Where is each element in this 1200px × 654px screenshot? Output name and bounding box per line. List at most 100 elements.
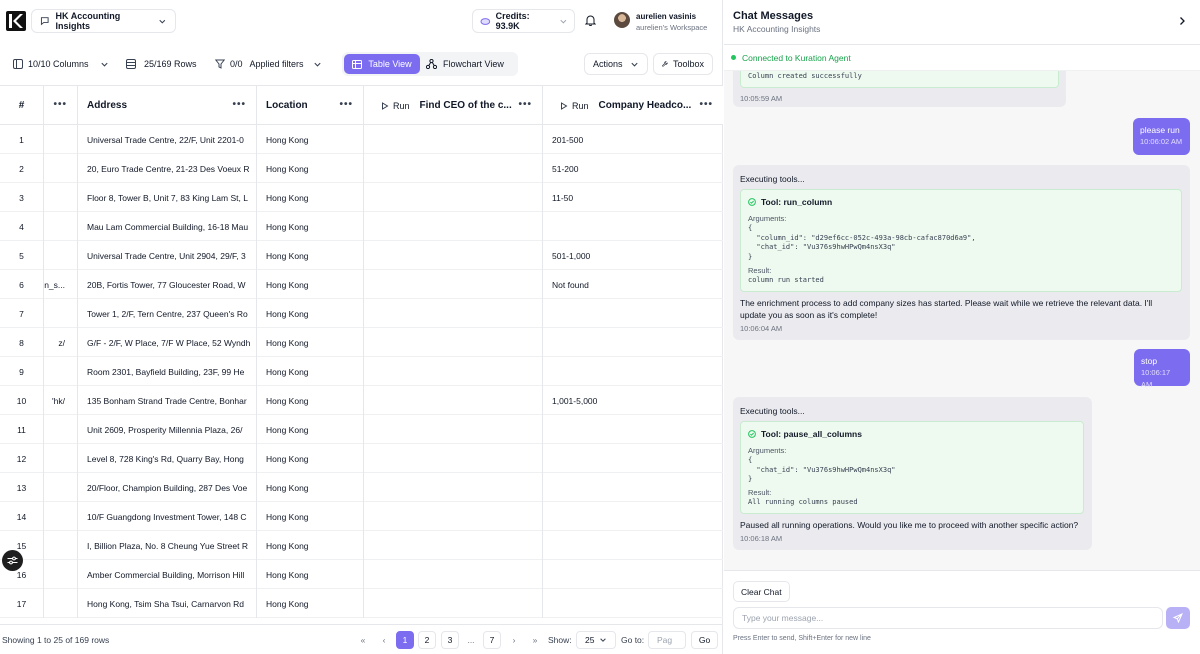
cell-location[interactable]: Hong Kong [257, 241, 364, 270]
cell-location[interactable]: Hong Kong [257, 270, 364, 299]
more-icon[interactable]: ••• [699, 99, 713, 110]
cell-col1[interactable] [44, 473, 78, 502]
cell-location[interactable]: Hong Kong [257, 560, 364, 589]
cell-col1[interactable] [44, 183, 78, 212]
table-row[interactable]: 1 Universal Trade Centre, 22/F, Unit 2201… [0, 125, 723, 154]
cell-index[interactable]: 1 [0, 125, 44, 154]
cell-headcount[interactable] [543, 444, 723, 473]
cell-index[interactable]: 8 [0, 328, 44, 357]
cell-col1[interactable] [44, 357, 78, 386]
cell-location[interactable]: Hong Kong [257, 212, 364, 241]
table-row[interactable]: 13 20/Floor, Champion Building, 287 Des V… [0, 473, 723, 502]
run-column-button[interactable]: Run [381, 101, 410, 111]
table-row[interactable]: 11 Unit 2609, Prosperity Millennia Plaza,… [0, 415, 723, 444]
table-row[interactable]: 12 Level 8, 728 King's Rd, Quarry Bay, Ho… [0, 444, 723, 473]
table-row[interactable]: 6 n_s... 20B, Fortis Tower, 77 Gloucester … [0, 270, 723, 299]
cell-location[interactable]: Hong Kong [257, 386, 364, 415]
cell-ceo[interactable] [364, 444, 543, 473]
cell-index[interactable]: 4 [0, 212, 44, 241]
table-row[interactable]: 8 z/G/F - 2/F, W Place, 7/F W Place, 52 W… [0, 328, 723, 357]
prev-page-button[interactable]: ‹ [375, 631, 393, 649]
header-col1[interactable]: ••• [44, 86, 78, 125]
cell-location[interactable]: Hong Kong [257, 415, 364, 444]
cell-ceo[interactable] [364, 270, 543, 299]
cell-col1[interactable]: 'hk/ [44, 386, 78, 415]
goto-input[interactable]: Pag [648, 631, 686, 649]
more-icon[interactable]: ••• [339, 99, 353, 110]
cell-ceo[interactable] [364, 473, 543, 502]
cell-col1[interactable]: n_s... [44, 270, 78, 299]
table-row[interactable]: 2 20, Euro Trade Centre, 21-23 Des Voeux … [0, 154, 723, 183]
settings-toggle-icon[interactable] [2, 550, 23, 571]
cell-address[interactable]: Amber Commercial Building, Morrison Hill [78, 560, 257, 589]
first-page-button[interactable]: « [354, 631, 372, 649]
cell-ceo[interactable] [364, 299, 543, 328]
cell-location[interactable]: Hong Kong [257, 328, 364, 357]
header-location[interactable]: Location ••• [257, 86, 364, 125]
message-input[interactable]: Type your message... [733, 607, 1163, 629]
cell-location[interactable]: Hong Kong [257, 444, 364, 473]
table-row[interactable]: 16 Amber Commercial Building, Morrison Hi… [0, 560, 723, 589]
cell-headcount[interactable]: Not found [543, 270, 723, 299]
credits-button[interactable]: Credits: 93.9K [472, 9, 575, 33]
cell-index[interactable]: 11 [0, 415, 44, 444]
cell-index[interactable]: 14 [0, 502, 44, 531]
cell-col1[interactable] [44, 154, 78, 183]
rows-button[interactable]: 25/169 Rows [126, 54, 197, 74]
cell-index[interactable]: 9 [0, 357, 44, 386]
cell-headcount[interactable] [543, 328, 723, 357]
cell-location[interactable]: Hong Kong [257, 154, 364, 183]
table-row[interactable]: 7 Tower 1, 2/F, Tern Centre, 237 Queen's … [0, 299, 723, 328]
columns-button[interactable]: 10/10 Columns [13, 54, 109, 74]
cell-col1[interactable] [44, 502, 78, 531]
cell-location[interactable]: Hong Kong [257, 531, 364, 560]
cell-index[interactable]: 7 [0, 299, 44, 328]
cell-col1[interactable] [44, 560, 78, 589]
page-button[interactable]: 2 [418, 631, 436, 649]
cell-col1[interactable] [44, 531, 78, 560]
cell-location[interactable]: Hong Kong [257, 473, 364, 502]
logo-icon[interactable] [6, 11, 26, 31]
cell-ceo[interactable] [364, 415, 543, 444]
cell-address[interactable]: Floor 8, Tower B, Unit 7, 83 King Lam St… [78, 183, 257, 212]
cell-col1[interactable] [44, 125, 78, 154]
cell-headcount[interactable] [543, 589, 723, 618]
table-row[interactable]: 9 Room 2301, Bayfield Building, 23F, 99 H… [0, 357, 723, 386]
cell-ceo[interactable] [364, 241, 543, 270]
cell-address[interactable]: Tower 1, 2/F, Tern Centre, 237 Queen's R… [78, 299, 257, 328]
cell-col1[interactable]: z/ [44, 328, 78, 357]
cell-index[interactable]: 2 [0, 154, 44, 183]
cell-headcount[interactable] [543, 357, 723, 386]
cell-index[interactable]: 6 [0, 270, 44, 299]
table-row[interactable]: 3 Floor 8, Tower B, Unit 7, 83 King Lam S… [0, 183, 723, 212]
cell-location[interactable]: Hong Kong [257, 502, 364, 531]
cell-headcount[interactable] [543, 415, 723, 444]
actions-button[interactable]: Actions [584, 53, 648, 75]
flowchart-view-tab[interactable]: Flowchart View [426, 54, 516, 74]
user-info[interactable]: aurelien vasinis aurelien's Workspace [636, 11, 707, 33]
workspace-selector[interactable]: HK Accounting Insights [31, 9, 176, 33]
table-row[interactable]: 17 Hong Kong, Tsim Sha Tsui, Carnarvon Rd… [0, 589, 723, 618]
cell-headcount[interactable]: 1,001-5,000 [543, 386, 723, 415]
cell-index[interactable]: 13 [0, 473, 44, 502]
cell-location[interactable]: Hong Kong [257, 589, 364, 618]
cell-address[interactable]: G/F - 2/F, W Place, 7/F W Place, 52 Wynd… [78, 328, 257, 357]
bell-icon[interactable] [585, 14, 596, 26]
cell-col1[interactable] [44, 241, 78, 270]
page-button[interactable]: 3 [441, 631, 459, 649]
cell-index[interactable]: 17 [0, 589, 44, 618]
cell-location[interactable]: Hong Kong [257, 183, 364, 212]
go-button[interactable]: Go [691, 631, 718, 649]
table-row[interactable]: 10 'hk/135 Bonham Strand Trade Centre, Bo… [0, 386, 723, 415]
send-button[interactable] [1166, 607, 1190, 629]
cell-ceo[interactable] [364, 560, 543, 589]
table-row[interactable]: 14 10/F Guangdong Investment Tower, 148 C… [0, 502, 723, 531]
cell-address[interactable]: 20, Euro Trade Centre, 21-23 Des Voeux R [78, 154, 257, 183]
cell-index[interactable]: 3 [0, 183, 44, 212]
cell-address[interactable]: 10/F Guangdong Investment Tower, 148 C [78, 502, 257, 531]
cell-index[interactable]: 5 [0, 241, 44, 270]
cell-headcount[interactable]: 201-500 [543, 125, 723, 154]
cell-address[interactable]: 20B, Fortis Tower, 77 Gloucester Road, W [78, 270, 257, 299]
cell-index[interactable]: 10 [0, 386, 44, 415]
cell-ceo[interactable] [364, 589, 543, 618]
